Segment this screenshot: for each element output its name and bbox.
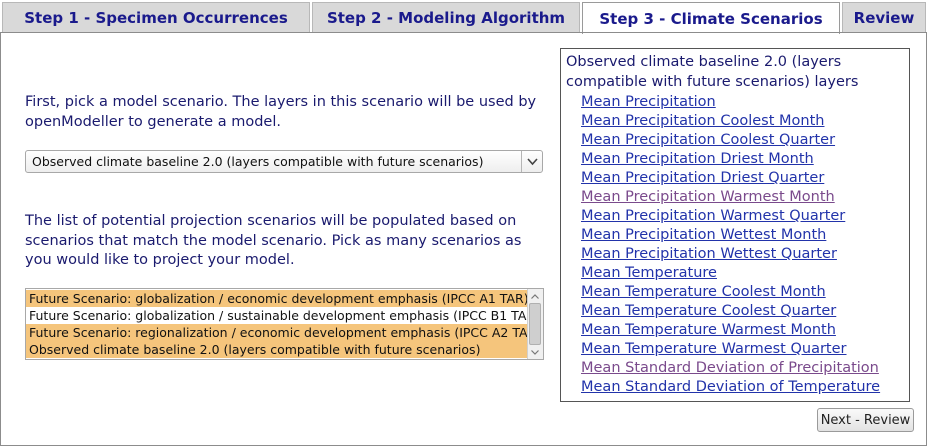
layer-link[interactable]: Mean Temperature Warmest Month: [581, 321, 836, 340]
model-scenario-selected-value: Observed climate baseline 2.0 (layers co…: [32, 154, 484, 169]
tab-review[interactable]: Review: [842, 2, 926, 32]
layer-link[interactable]: Mean Precipitation Coolest Month: [581, 112, 824, 131]
projection-option[interactable]: Future Scenario: globalization / economi…: [26, 290, 528, 307]
projection-scenario-instruction: The list of potential projection scenari…: [25, 213, 522, 268]
layer-link[interactable]: Mean Precipitation Wettest Month: [581, 226, 826, 245]
scroll-up-icon[interactable]: [528, 290, 542, 302]
scroll-thumb[interactable]: [529, 303, 541, 345]
scroll-down-icon[interactable]: [528, 346, 542, 358]
chevron-down-icon[interactable]: [521, 151, 542, 172]
layer-link[interactable]: Mean Temperature Coolest Quarter: [581, 302, 836, 321]
layer-link[interactable]: Mean Precipitation Driest Quarter: [581, 169, 824, 188]
layer-link[interactable]: Mean Precipitation Warmest Quarter: [581, 207, 845, 226]
layer-link[interactable]: Mean Temperature: [581, 264, 717, 283]
layer-link[interactable]: Mean Precipitation: [581, 93, 716, 112]
projection-option[interactable]: Observed climate baseline 2.0 (layers co…: [26, 341, 528, 358]
tab-climate-scenarios[interactable]: Step 3 - Climate Scenarios: [582, 2, 840, 34]
projection-option[interactable]: Future Scenario: globalization / sustain…: [26, 307, 528, 324]
projection-scenarios-list[interactable]: Future Scenario: globalization / economi…: [25, 288, 544, 360]
list-scrollbar[interactable]: [527, 289, 543, 359]
layer-link[interactable]: Mean Standard Deviation of Precipitation: [581, 359, 879, 378]
layer-link[interactable]: Mean Temperature Coolest Month: [581, 283, 826, 302]
tab-modeling-algorithm[interactable]: Step 2 - Modeling Algorithm: [312, 2, 580, 32]
next-review-button[interactable]: Next - Review: [817, 408, 914, 432]
model-scenario-instruction: First, pick a model scenario. The layers…: [25, 94, 537, 130]
layer-link[interactable]: Mean Temperature Warmest Quarter: [581, 340, 847, 359]
layer-link[interactable]: Mean Standard Deviation of Temperature: [581, 378, 880, 397]
layer-link[interactable]: Mean Precipitation Driest Month: [581, 150, 814, 169]
projection-option[interactable]: Future Scenario: regionalization / econo…: [26, 324, 528, 341]
layer-link[interactable]: Mean Precipitation Wettest Quarter: [581, 245, 837, 264]
wizard-tabs: Step 1 - Specimen Occurrences Step 2 - M…: [0, 0, 928, 34]
layer-link[interactable]: Mean Precipitation Warmest Month: [581, 188, 835, 207]
scenario-layers-panel: Observed climate baseline 2.0 (layers co…: [560, 48, 910, 402]
tab-specimen-occurrences[interactable]: Step 1 - Specimen Occurrences: [2, 2, 310, 32]
layer-link[interactable]: Mean Precipitation Coolest Quarter: [581, 131, 835, 150]
model-scenario-select[interactable]: Observed climate baseline 2.0 (layers co…: [25, 150, 543, 173]
layers-heading: Observed climate baseline 2.0 (layers co…: [566, 54, 859, 90]
